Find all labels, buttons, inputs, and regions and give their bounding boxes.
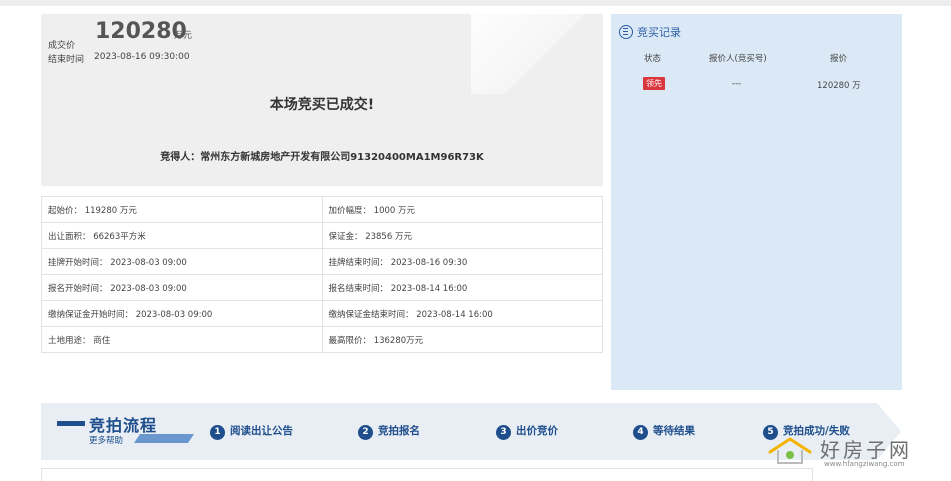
content-box-edge xyxy=(41,468,813,481)
table-row: 土地用途： 商住 最高限价： 136280万元 xyxy=(41,326,603,353)
bid-records-header: 竞买记录 xyxy=(619,24,681,40)
price-cell: 120280 万 xyxy=(817,81,861,91)
house-icon xyxy=(768,437,812,464)
step-number-badge: 1 xyxy=(210,425,225,440)
step-label: 阅读出让公告 xyxy=(230,425,293,437)
info-cell: 缴纳保证金结束时间： 2023-08-14 16:00 xyxy=(321,300,603,327)
table-row: 出让面积： 66263平方米 保证金： 23856 万元 xyxy=(41,222,603,249)
deal-price-label: 成交价 xyxy=(48,41,76,51)
column-header-status: 状态 xyxy=(644,54,662,64)
more-help-link[interactable]: 更多帮助 xyxy=(89,434,123,446)
info-cell: 保证金： 23856 万元 xyxy=(321,222,603,249)
step-number-badge: 3 xyxy=(496,425,511,440)
top-strip xyxy=(0,0,951,6)
step-label: 出价竞价 xyxy=(516,425,558,437)
info-cell: 挂牌开始时间： 2023-08-03 09:00 xyxy=(41,248,323,275)
end-time-value: 2023-08-16 09:30:00 xyxy=(94,52,190,62)
deal-result-panel: 成交价 120280 万元 结束时间 2023-08-16 09:30:00 本… xyxy=(41,14,603,186)
record-list-icon xyxy=(619,25,633,39)
watermark-brand: 好房子网 xyxy=(820,438,912,462)
status-badge: 领先 xyxy=(643,77,665,90)
table-row: 报名开始时间： 2023-08-03 09:00 报名结束时间： 2023-08… xyxy=(41,274,603,301)
info-cell: 缴纳保证金开始时间： 2023-08-03 09:00 xyxy=(41,300,323,327)
deal-price-unit: 万元 xyxy=(174,31,193,41)
step-number-badge: 4 xyxy=(633,425,648,440)
step-label: 等待结果 xyxy=(653,425,695,437)
table-row: 缴纳保证金开始时间： 2023-08-03 09:00 缴纳保证金结束时间： 2… xyxy=(41,300,603,327)
info-cell: 最高限价： 136280万元 xyxy=(321,326,603,353)
end-time-label: 结束时间 xyxy=(48,55,85,65)
info-cell: 报名开始时间： 2023-08-03 09:00 xyxy=(41,274,323,301)
deal-status-text: 本场竞买已成交! xyxy=(269,97,375,113)
winner-text: 竞得人：常州东方新城房地产开发有限公司91320400MA1M96R73K xyxy=(160,152,484,163)
flow-title: 竞拍流程 xyxy=(89,416,158,435)
info-cell: 加价幅度： 1000 万元 xyxy=(321,196,603,223)
column-header-price: 报价 xyxy=(830,54,848,64)
bidder-cell: --- xyxy=(732,79,742,89)
flow-step-1[interactable]: 1 阅读出让公告 xyxy=(210,423,293,440)
decorative-glare xyxy=(471,14,603,94)
watermark-url: www.hfangziwang.com xyxy=(824,460,905,468)
info-cell: 土地用途： 商住 xyxy=(41,326,323,353)
step-label: 竞拍报名 xyxy=(378,425,420,437)
column-header-bidder: 报价人(竞买号) xyxy=(709,54,767,64)
step-number-badge: 2 xyxy=(358,425,373,440)
flow-step-2[interactable]: 2 竞拍报名 xyxy=(358,423,420,440)
watermark: 好房子网 www.hfangziwang.com xyxy=(762,432,942,474)
auction-info-table: 起始价： 119280 万元 加价幅度： 1000 万元 出让面积： 66263… xyxy=(41,196,603,353)
info-cell: 起始价： 119280 万元 xyxy=(41,196,323,223)
table-row: 起始价： 119280 万元 加价幅度： 1000 万元 xyxy=(41,196,603,223)
flow-step-4[interactable]: 4 等待结果 xyxy=(633,423,695,440)
info-cell: 挂牌结束时间： 2023-08-16 09:30 xyxy=(321,248,603,275)
info-cell: 报名结束时间： 2023-08-14 16:00 xyxy=(321,274,603,301)
flow-step-3[interactable]: 3 出价竞价 xyxy=(496,423,558,440)
bid-records-panel: 竞买记录 状态 报价人(竞买号) 报价 领先 --- 120280 万 xyxy=(611,14,902,390)
flow-accent-bar xyxy=(57,421,85,426)
table-row: 挂牌开始时间： 2023-08-03 09:00 挂牌结束时间： 2023-08… xyxy=(41,248,603,275)
info-cell: 出让面积： 66263平方米 xyxy=(41,222,323,249)
bid-records-title: 竞买记录 xyxy=(637,26,681,39)
